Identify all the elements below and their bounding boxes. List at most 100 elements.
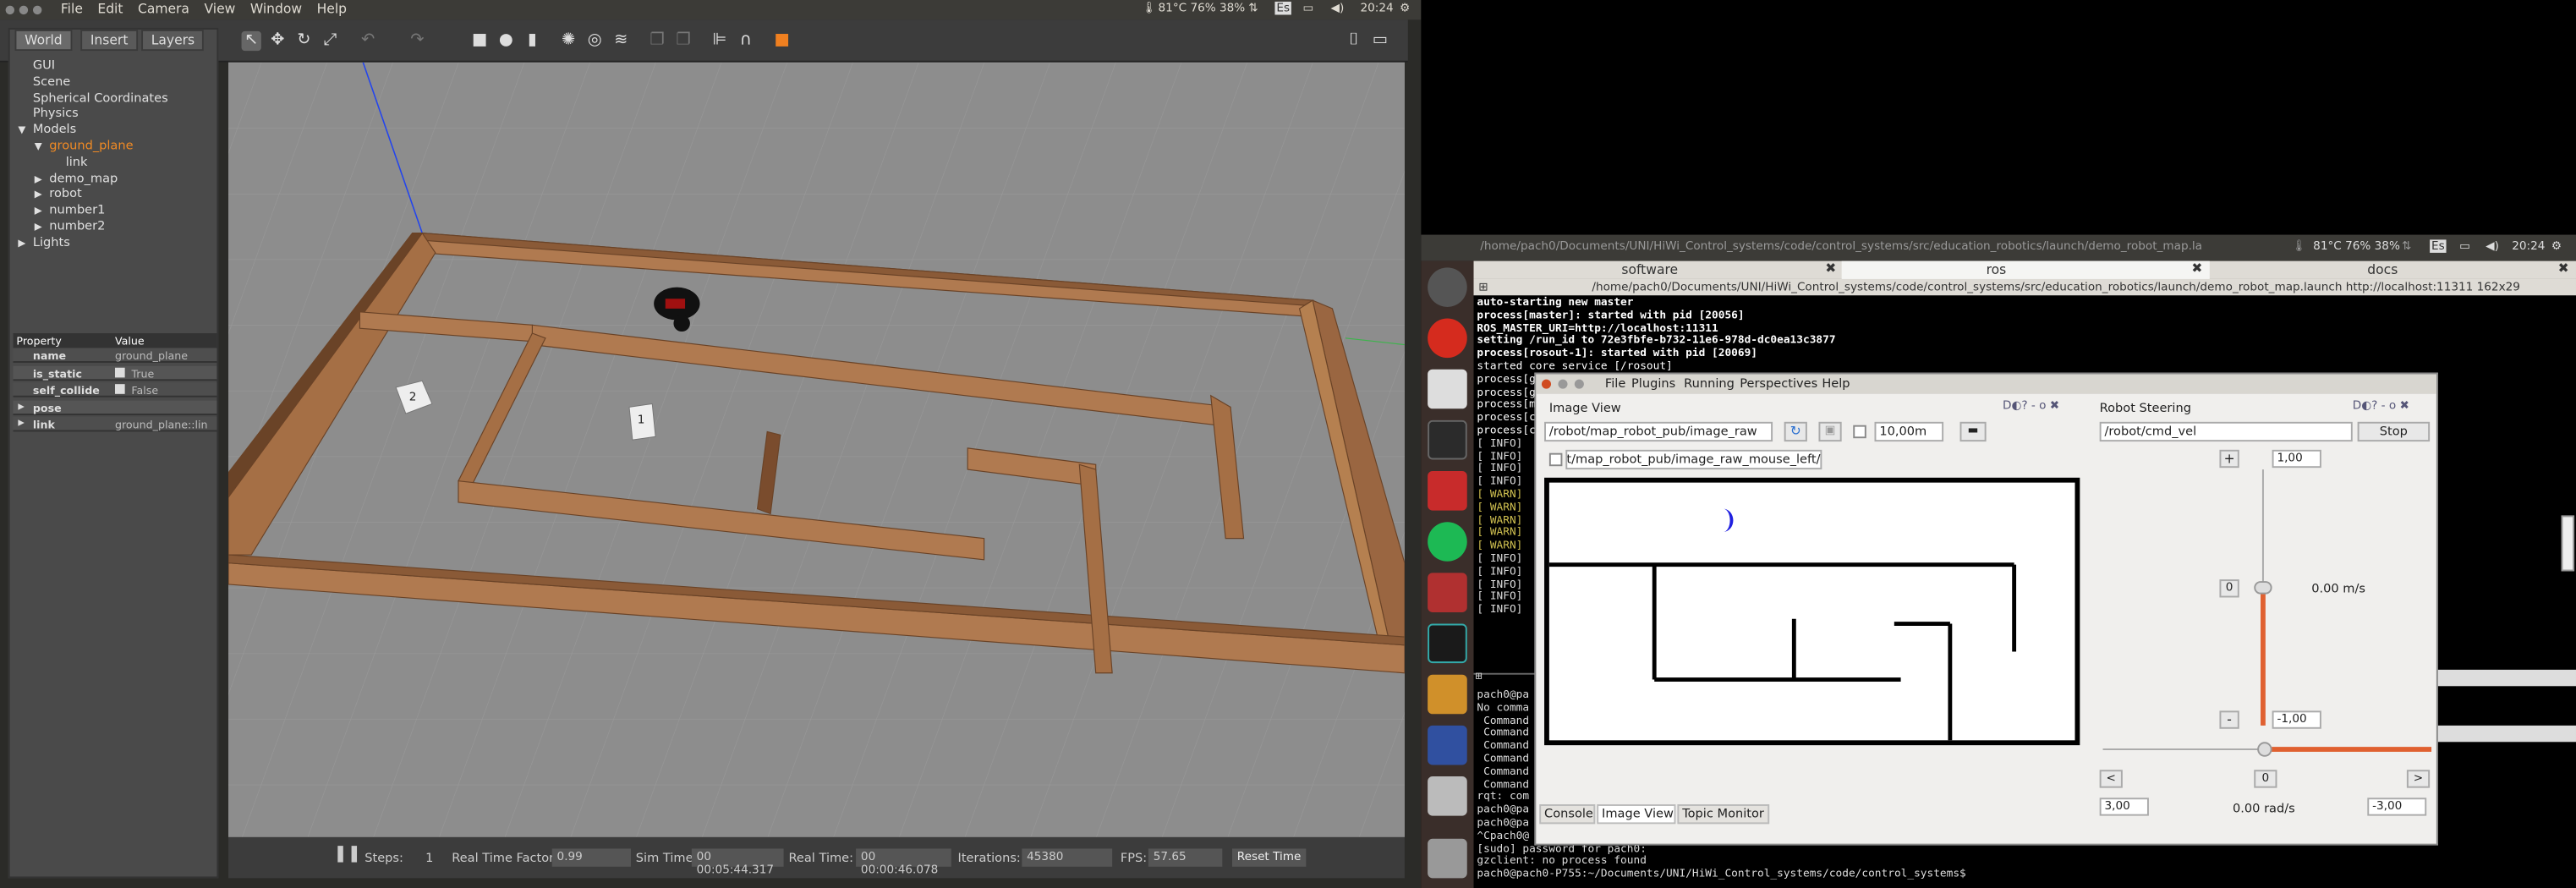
tab-docs[interactable]: docs <box>2367 263 2398 277</box>
menu-window[interactable]: Window <box>250 2 302 16</box>
files-icon[interactable] <box>1428 369 1467 409</box>
tab-software[interactable]: software <box>1621 263 1678 277</box>
gear-icon[interactable]: ⚙ <box>1400 2 1410 15</box>
scrollbar[interactable] <box>2561 515 2575 572</box>
tree-item[interactable]: GUI <box>18 58 55 72</box>
tree-arrow-icon[interactable]: ▶ <box>18 238 32 249</box>
rotate-mode-icon[interactable]: ↻ <box>294 31 314 51</box>
translate-mode-icon[interactable]: ✥ <box>268 31 288 51</box>
tree-item[interactable]: ▼ Models <box>18 122 76 136</box>
scale-mode-icon[interactable]: ⤢ <box>321 31 340 51</box>
redo-icon[interactable]: ↷ <box>408 31 427 51</box>
prop-row[interactable]: name ground_plane <box>13 348 217 363</box>
battery-icon[interactable]: ▭ <box>1302 2 1313 15</box>
ang-left-input[interactable]: 3,00 <box>2099 798 2149 816</box>
mouse-pub-checkbox[interactable] <box>1548 452 1563 467</box>
lin-zero-button[interactable]: 0 <box>2219 579 2239 598</box>
opera-icon[interactable] <box>1428 318 1467 359</box>
prop-checkbox[interactable] <box>114 366 125 377</box>
pause-icon[interactable]: ❚❚ <box>333 846 361 863</box>
tree-item[interactable]: ▶ robot <box>35 186 82 200</box>
ubuntu-dash-icon[interactable] <box>1428 267 1467 307</box>
ang-right-input[interactable]: -3,00 <box>2367 798 2427 816</box>
clock-2[interactable]: 20:24 <box>2512 239 2545 253</box>
tab-topic-monitor[interactable]: Topic Monitor <box>1677 804 1770 825</box>
clock[interactable]: 20:24 <box>1360 2 1393 15</box>
window-controls-icon[interactable]: ● ● ● <box>5 3 42 17</box>
prop-arrow-icon[interactable]: ▶ <box>18 402 24 412</box>
prop-row[interactable]: self_collide False <box>13 382 217 397</box>
volume-icon-2[interactable]: ◀) <box>2486 239 2499 253</box>
box-shape-icon[interactable]: ■ <box>470 31 490 51</box>
minimize-window-icon[interactable]: ● <box>1558 375 1569 390</box>
dock-controls-icon[interactable]: D◐? - o ✖ <box>2003 399 2059 413</box>
spot-light-icon[interactable]: ◎ <box>585 31 605 51</box>
prop-row[interactable]: ▶ link ground_plane::link <box>13 416 217 432</box>
menu-camera[interactable]: Camera <box>138 2 189 16</box>
menu-view[interactable]: View <box>204 2 235 16</box>
copy-icon[interactable]: ❐ <box>647 31 666 51</box>
apps-grid-icon[interactable] <box>1428 725 1467 765</box>
tab-image-view[interactable]: Image View <box>1597 804 1676 825</box>
save-image-icon[interactable]: ▣ <box>1818 421 1842 442</box>
lin-min-input[interactable]: -1,00 <box>2272 710 2321 729</box>
tree-arrow-icon[interactable]: ▼ <box>35 141 49 153</box>
lin-increase-button[interactable]: + <box>2219 449 2239 469</box>
drive-icon[interactable] <box>1428 776 1467 816</box>
paste-icon[interactable]: ❐ <box>673 31 693 51</box>
select-mode-icon[interactable]: ↖ <box>241 30 261 52</box>
snap-icon[interactable]: ∩ <box>736 31 755 51</box>
terminal-red-icon[interactable] <box>1428 573 1467 612</box>
battery-icon-2[interactable]: ▭ <box>2459 239 2470 253</box>
spotify-icon[interactable] <box>1428 522 1467 562</box>
clion-icon[interactable] <box>1428 623 1467 664</box>
box-app-icon[interactable] <box>1428 674 1467 715</box>
system-monitor-icon[interactable] <box>1428 419 1467 460</box>
maximize-window-icon[interactable]: ● <box>1574 375 1585 390</box>
tree-item[interactable]: link <box>51 154 88 168</box>
tree-item[interactable]: ▶ Lights <box>18 234 69 249</box>
prop-checkbox[interactable] <box>114 384 125 394</box>
tree-item[interactable]: Scene <box>18 74 70 88</box>
directional-light-icon[interactable]: ≋ <box>611 31 631 51</box>
tree-arrow-icon[interactable]: ▼ <box>18 125 32 137</box>
menu-edit[interactable]: Edit <box>97 2 123 16</box>
tree-item[interactable]: Physics <box>18 106 79 120</box>
network-icon[interactable]: ⇅ <box>1248 2 1258 15</box>
prop-row[interactable]: is_static True <box>13 365 217 381</box>
ang-right-button[interactable]: > <box>2406 770 2431 788</box>
tree-item[interactable]: ▶ number1 <box>35 202 106 217</box>
tab-ros[interactable]: ros <box>1987 263 2007 277</box>
tree-arrow-icon[interactable]: ▶ <box>35 173 49 185</box>
steps-value[interactable]: 1 <box>425 850 433 864</box>
sphere-shape-icon[interactable]: ● <box>496 31 516 51</box>
keyboard-layout[interactable]: Es <box>1274 1 1292 15</box>
trash-icon[interactable] <box>1428 838 1467 879</box>
point-light-icon[interactable]: ✺ <box>558 31 578 51</box>
undo-icon[interactable]: ↶ <box>358 31 377 51</box>
mouse-topic-input[interactable]: /robot/map_robot_pub/image_raw_mouse_lef… <box>1565 449 1822 470</box>
prop-row[interactable]: ▶ pose <box>13 399 217 415</box>
network-icon-2[interactable]: ⇅ <box>2402 239 2411 253</box>
align-icon[interactable]: ⊫ <box>710 31 729 51</box>
zoom-input[interactable]: 10,00m <box>1874 421 1944 442</box>
volume-icon[interactable]: ◀) <box>1331 2 1345 15</box>
menu-help[interactable]: Help <box>1822 375 1850 390</box>
menu-file[interactable]: File <box>1605 375 1625 390</box>
tree-arrow-icon[interactable]: ▶ <box>35 222 49 233</box>
split-icon[interactable]: ⊞ <box>1478 281 1488 294</box>
prop-arrow-icon[interactable]: ▶ <box>18 419 24 429</box>
lin-slider-handle[interactable] <box>2254 581 2272 595</box>
lin-decrease-button[interactable]: - <box>2219 710 2239 729</box>
menu-help[interactable]: Help <box>317 2 347 16</box>
ang-left-button[interactable]: < <box>2099 770 2123 788</box>
stop-button[interactable]: Stop <box>2357 421 2431 442</box>
reset-time-button[interactable]: Reset Time <box>1231 848 1307 867</box>
dock-controls-icon[interactable]: D◐? - o ✖ <box>2353 399 2409 413</box>
view-angle-icon[interactable]: ■ <box>772 31 792 51</box>
rhythm-icon[interactable] <box>1428 471 1467 511</box>
ang-slider-handle[interactable] <box>2257 742 2272 757</box>
menu-file[interactable]: File <box>61 2 83 16</box>
tab-layers[interactable]: Layers <box>141 29 205 52</box>
record-icon[interactable]: ▭ <box>1370 31 1389 51</box>
